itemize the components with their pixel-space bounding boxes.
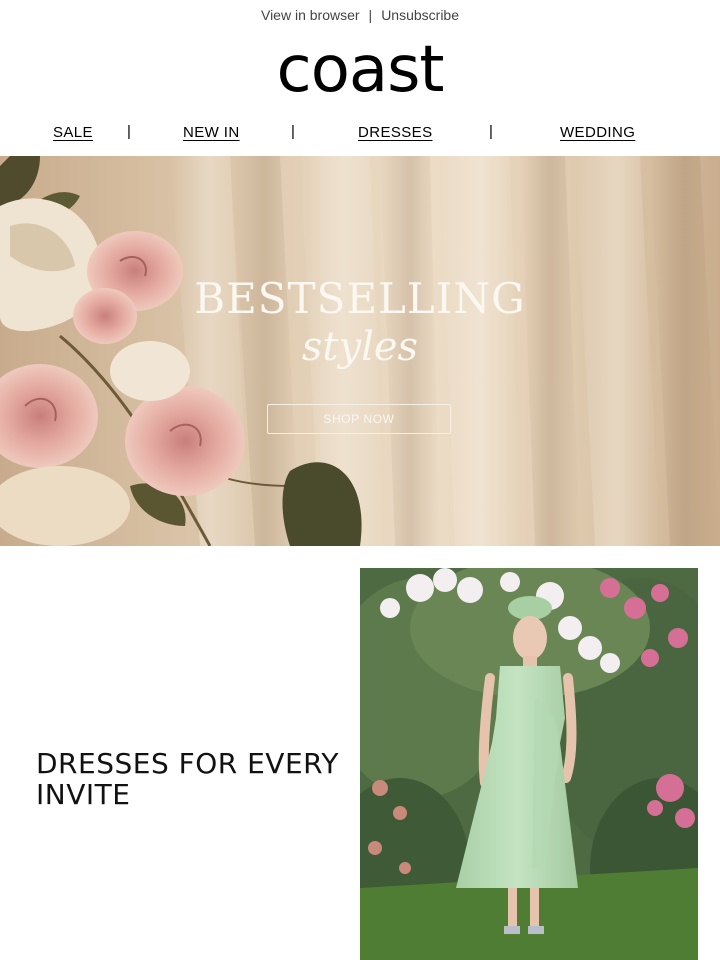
hero-title: BESTSELLING	[194, 274, 526, 323]
dress-photo	[360, 568, 698, 960]
nav-item-wedding[interactable]: WEDDING	[560, 124, 635, 141]
nav-item-dresses[interactable]: DRESSES	[358, 124, 433, 141]
preheader-separator: |	[368, 7, 373, 23]
brand-logo[interactable]: coast	[0, 30, 720, 110]
preheader-links: View in browser | Unsubscribe	[0, 0, 720, 30]
dress-model-image[interactable]	[360, 568, 698, 960]
nav-item-sale[interactable]: SALE	[53, 124, 93, 141]
hero-subtitle: styles	[301, 324, 419, 370]
section-title: DRESSES FOR EVERY INVITE	[36, 747, 339, 811]
main-nav: SALE | NEW IN | DRESSES | WEDDING	[0, 116, 720, 152]
nav-separator: |	[489, 123, 493, 140]
view-in-browser-link[interactable]: View in browser	[261, 7, 360, 23]
nav-separator: |	[127, 123, 131, 140]
nav-item-new-in[interactable]: NEW IN	[183, 124, 240, 141]
hero-banner[interactable]: BESTSELLING styles SHOP NOW	[0, 156, 720, 546]
unsubscribe-link[interactable]: Unsubscribe	[381, 7, 459, 23]
nav-separator: |	[291, 123, 295, 140]
shop-now-button[interactable]: SHOP NOW	[267, 404, 451, 434]
